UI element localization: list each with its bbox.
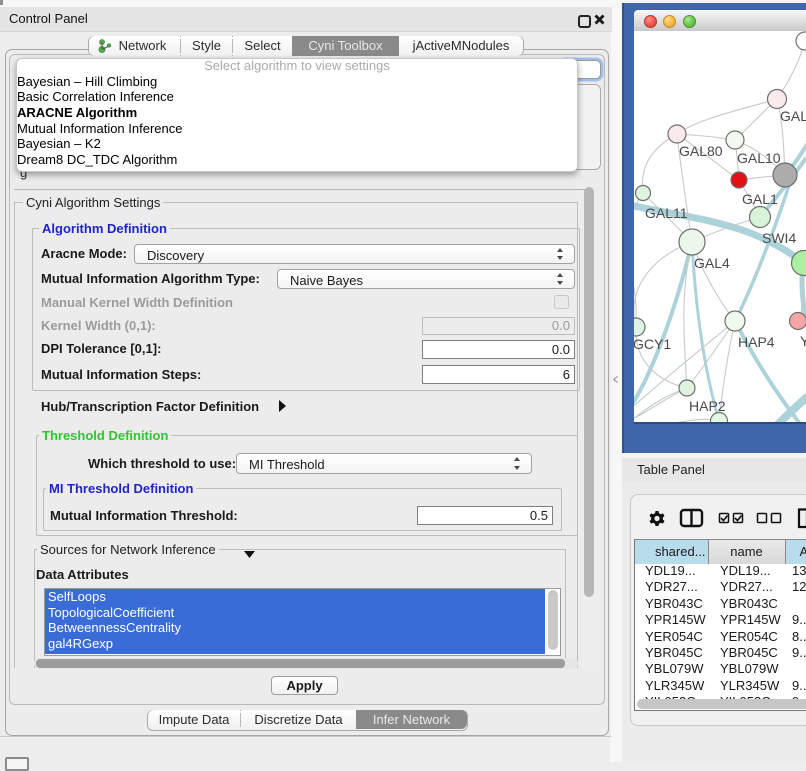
svg-text:SWI4: SWI4: [762, 230, 796, 246]
svg-text:Y: Y: [800, 333, 806, 349]
svg-text:GAL4: GAL4: [694, 255, 730, 271]
svg-text:HAP2: HAP2: [689, 398, 726, 414]
svg-text:GCY1: GCY1: [634, 336, 671, 352]
svg-text:GAL80: GAL80: [679, 143, 723, 159]
svg-text:GAL7: GAL7: [780, 108, 806, 124]
svg-text:GAL10: GAL10: [737, 150, 781, 166]
svg-text:GAL1: GAL1: [742, 191, 778, 207]
svg-text:GAL11: GAL11: [645, 205, 688, 221]
svg-text:HAP4: HAP4: [738, 334, 775, 350]
